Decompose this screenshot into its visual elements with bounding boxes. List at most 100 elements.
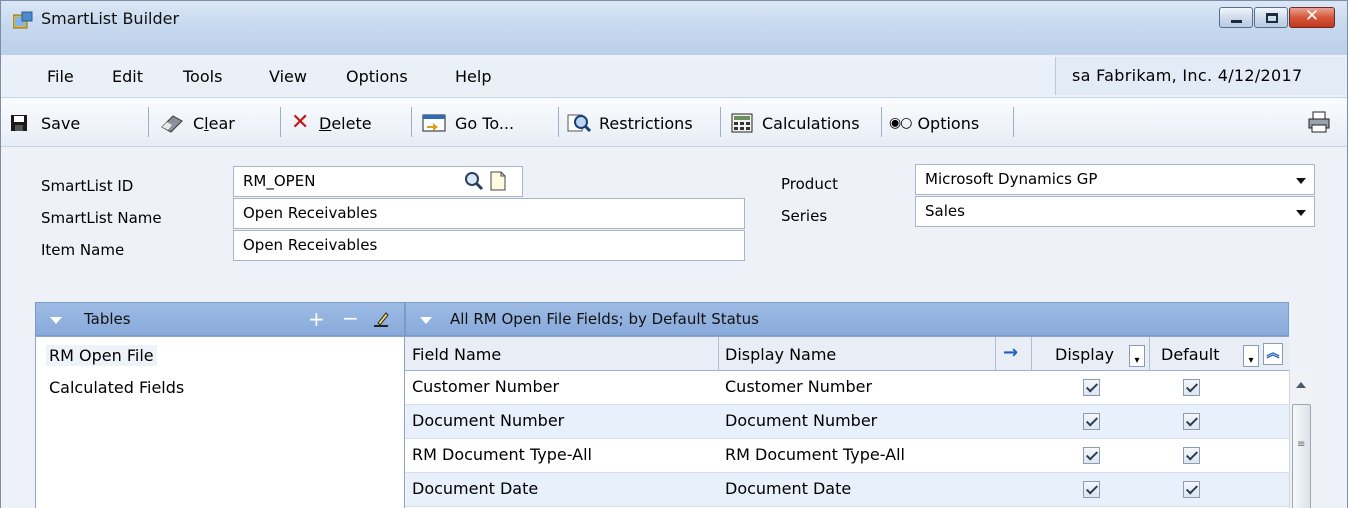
- field-name-cell: RM Document Type-All: [412, 445, 592, 464]
- maximize-button[interactable]: [1254, 7, 1288, 28]
- menu-tools[interactable]: Tools: [183, 67, 222, 86]
- delete-x-icon: ✕: [291, 110, 310, 135]
- toolbar-divider: [411, 107, 412, 137]
- collapse-triangle-icon[interactable]: [420, 317, 432, 324]
- column-header-display-name[interactable]: Display Name: [725, 345, 836, 364]
- display-checkbox[interactable]: [1083, 379, 1100, 396]
- save-button[interactable]: Save: [9, 111, 80, 135]
- maximize-icon: [1266, 13, 1278, 23]
- goto-label: Go To...: [455, 113, 515, 133]
- column-header-display[interactable]: Display: [1055, 345, 1114, 364]
- collapse-triangle-icon[interactable]: [50, 317, 62, 324]
- series-label: Series: [781, 207, 828, 225]
- clear-button[interactable]: Clear: [159, 111, 235, 135]
- delete-label-end: elete: [331, 113, 372, 133]
- window-title: SmartList Builder: [41, 9, 180, 28]
- remove-table-icon[interactable]: −: [342, 306, 359, 330]
- series-value: Sales: [925, 202, 965, 220]
- window-controls: ✕: [1218, 6, 1335, 28]
- sort-down-icon[interactable]: ▾: [1129, 345, 1145, 367]
- delete-button[interactable]: ✕ Delete: [291, 111, 372, 135]
- field-name-cell: Document Date: [412, 479, 539, 498]
- display-checkbox[interactable]: [1083, 413, 1100, 430]
- default-checkbox[interactable]: [1183, 481, 1200, 498]
- company-info: sa Fabrikam, Inc. 4/12/2017: [1055, 57, 1347, 95]
- tables-panel-title: Tables: [84, 310, 131, 328]
- smartlist-id-label: SmartList ID: [41, 177, 134, 195]
- toolbar-divider: [558, 107, 559, 137]
- title-bar[interactable]: SmartList Builder ✕: [1, 1, 1347, 55]
- item-name-label: Item Name: [41, 241, 125, 259]
- expand-chevron-icon[interactable]: ︽: [1263, 343, 1283, 365]
- minimize-button[interactable]: [1219, 7, 1253, 28]
- grid-header: Field Name Display Name → Display ▾ Defa…: [405, 337, 1289, 371]
- toolbar-divider: [1013, 107, 1014, 137]
- menu-edit[interactable]: Edit: [112, 67, 143, 86]
- lookup-magnifier-icon[interactable]: [464, 170, 484, 192]
- calculations-button[interactable]: Calculations: [730, 111, 860, 135]
- options-label: Options: [917, 113, 980, 133]
- default-checkbox[interactable]: [1183, 447, 1200, 464]
- options-button[interactable]: ◉○ Options: [889, 111, 979, 135]
- clear-label-end: ear: [208, 113, 235, 133]
- scrollbar-thumb[interactable]: ≡: [1292, 404, 1311, 508]
- clear-label-start: C: [193, 113, 205, 133]
- eraser-icon: [161, 115, 183, 133]
- display-name-cell: RM Document Type-All: [725, 445, 905, 464]
- close-button[interactable]: ✕: [1289, 6, 1335, 28]
- goto-window-icon: [422, 114, 446, 132]
- toolbar-divider: [280, 107, 281, 137]
- table-row[interactable]: RM Document Type-All RM Document Type-Al…: [405, 439, 1289, 473]
- toolbar-divider: [720, 107, 721, 137]
- smartlist-builder-window: SmartList Builder ✕ File Edit Tools View…: [0, 0, 1348, 508]
- display-checkbox[interactable]: [1083, 481, 1100, 498]
- item-name-value: Open Receivables: [243, 236, 378, 254]
- menu-options[interactable]: Options: [346, 67, 408, 86]
- chevron-down-icon: [1296, 178, 1306, 184]
- add-table-icon[interactable]: +: [308, 307, 325, 331]
- column-divider: [1149, 337, 1150, 371]
- list-item[interactable]: RM Open File: [46, 345, 157, 366]
- radio-options-icon: ◉○: [889, 115, 912, 131]
- display-name-cell: Customer Number: [725, 377, 873, 396]
- table-row[interactable]: Document Date Document Date: [405, 473, 1289, 507]
- product-select[interactable]: Microsoft Dynamics GP: [915, 164, 1315, 195]
- default-checkbox[interactable]: [1183, 379, 1200, 396]
- list-item[interactable]: Calculated Fields: [46, 377, 187, 398]
- delete-label: Delete: [319, 114, 372, 133]
- smartlist-name-field[interactable]: Open Receivables: [233, 198, 745, 229]
- item-name-field[interactable]: Open Receivables: [233, 230, 745, 261]
- new-document-icon[interactable]: [488, 170, 508, 192]
- minimize-icon: [1231, 20, 1242, 23]
- restrictions-button[interactable]: Restrictions: [567, 111, 693, 135]
- series-select[interactable]: Sales: [915, 196, 1315, 227]
- clear-label: Clear: [193, 114, 235, 133]
- scroll-up-arrow-icon[interactable]: [1296, 382, 1306, 388]
- menu-help[interactable]: Help: [455, 67, 491, 86]
- default-checkbox[interactable]: [1183, 413, 1200, 430]
- edit-pencil-icon[interactable]: [372, 311, 390, 329]
- smartlist-id-field[interactable]: RM_OPEN: [233, 166, 523, 197]
- restrictions-magnifier-icon: [567, 114, 591, 133]
- menu-file[interactable]: File: [47, 67, 74, 86]
- grip-icon: ≡: [1297, 439, 1306, 450]
- table-row[interactable]: Customer Number Customer Number: [405, 371, 1289, 405]
- table-row[interactable]: Document Number Document Number: [405, 405, 1289, 439]
- smartlist-id-value: RM_OPEN: [243, 172, 316, 190]
- restrictions-label: Restrictions: [599, 113, 693, 133]
- product-value: Microsoft Dynamics GP: [925, 170, 1098, 188]
- display-checkbox[interactable]: [1083, 447, 1100, 464]
- column-header-field-name[interactable]: Field Name: [412, 345, 501, 364]
- arrow-right-icon[interactable]: →: [1003, 342, 1018, 363]
- column-header-default[interactable]: Default: [1161, 345, 1219, 364]
- close-icon: ✕: [1304, 6, 1320, 26]
- grid-scrollbar[interactable]: ≡: [1289, 370, 1312, 508]
- fields-panel-header: All RM Open File Fields; by Default Stat…: [405, 302, 1289, 336]
- goto-button[interactable]: Go To...: [421, 111, 514, 135]
- field-name-cell: Customer Number: [412, 377, 560, 396]
- printer-icon[interactable]: [1307, 110, 1331, 134]
- sort-down-icon[interactable]: ▾: [1243, 345, 1259, 367]
- toolbar-divider: [148, 107, 149, 137]
- menu-view[interactable]: View: [269, 67, 307, 86]
- smartlist-app-icon: [13, 11, 33, 29]
